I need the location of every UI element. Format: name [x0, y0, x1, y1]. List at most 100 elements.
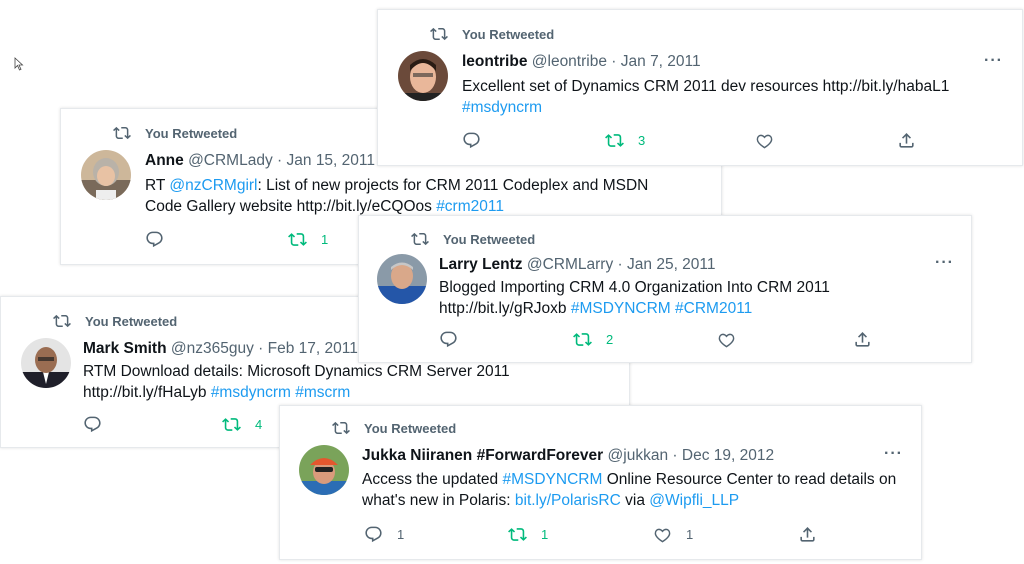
tweet-text: Blogged Importing CRM 4.0 Organization I… [439, 277, 859, 319]
user-handle[interactable]: @CRMLady [188, 152, 273, 169]
reply-button[interactable] [145, 230, 164, 249]
retweet-icon [53, 314, 71, 328]
tweet-text: Access the updated #MSDYNCRM Online Reso… [362, 469, 902, 511]
tweet-header: Anne @CRMLady · Jan 15, 2011 [145, 152, 375, 170]
tweet-header: leontribe @leontribe · Jan 7, 2011 [462, 53, 701, 71]
avatar[interactable] [299, 445, 349, 495]
separator: · [258, 340, 264, 357]
separator: · [617, 256, 623, 273]
tweet-text: RTM Download details: Microsoft Dynamics… [83, 361, 523, 403]
user-handle[interactable]: @jukkan [608, 447, 669, 464]
display-name[interactable]: leontribe [462, 53, 527, 70]
user-handle[interactable]: @CRMLarry [527, 256, 613, 273]
rt-prefix: RT [145, 177, 166, 194]
heart-icon [756, 134, 773, 149]
retweet-button[interactable]: 4 [222, 415, 262, 434]
share-icon [899, 133, 914, 148]
tweet-header: Mark Smith @nz365guy · Feb 17, 2011 [83, 340, 358, 358]
tweet-card-larry-lentz[interactable]: You Retweeted Larry Lentz @CRMLarry · Ja… [358, 215, 972, 363]
mouse-cursor-icon [14, 57, 24, 71]
share-button[interactable] [853, 330, 872, 349]
retweet-indicator: You Retweeted [53, 312, 177, 330]
reply-button[interactable] [462, 131, 481, 150]
retweet-button[interactable]: 3 [605, 131, 645, 150]
retweet-indicator: You Retweeted [430, 25, 554, 43]
tweet-date[interactable]: Jan 15, 2011 [287, 152, 375, 169]
avatar-larry-lentz-icon [377, 254, 427, 304]
tweet-date[interactable]: Feb 17, 2011 [268, 340, 358, 357]
tweet-card-leontribe[interactable]: You Retweeted leontribe @leontribe · Jan… [377, 9, 1023, 166]
retweet-icon [332, 421, 350, 435]
separator: · [277, 152, 283, 169]
retweet-icon [222, 418, 241, 431]
heart-icon [654, 528, 671, 543]
tweet-header: Larry Lentz @CRMLarry · Jan 25, 2011 [439, 256, 716, 274]
avatar-mark-smith-icon [21, 338, 71, 388]
tweet-text-part-a: Access the updated [362, 471, 499, 488]
more-options-button[interactable]: ··· [935, 254, 954, 272]
mention-link[interactable]: @Wipfli_LLP [649, 492, 739, 509]
like-button[interactable] [755, 131, 774, 150]
like-button[interactable]: 1 [653, 525, 693, 544]
retweet-icon [430, 27, 448, 41]
hashtag-link[interactable]: #crm2011 [436, 198, 504, 215]
reply-icon [365, 526, 382, 543]
tweet-date[interactable]: Jan 25, 2011 [627, 256, 715, 273]
retweet-count: 2 [606, 332, 614, 347]
hashtag-link[interactable]: #msdyncrm [462, 99, 542, 116]
reply-icon [146, 231, 163, 248]
retweet-button[interactable]: 2 [573, 330, 613, 349]
display-name[interactable]: Mark Smith [83, 340, 167, 357]
retweet-icon [288, 233, 307, 246]
user-handle[interactable]: @nz365guy [171, 340, 254, 357]
reply-icon [440, 331, 457, 348]
user-handle[interactable]: @leontribe [532, 53, 607, 70]
url-link[interactable]: bit.ly/PolarisRC [515, 492, 621, 509]
reply-count: 1 [397, 527, 405, 542]
retweet-button[interactable]: 1 [288, 230, 328, 249]
tweet-date[interactable]: Dec 19, 2012 [682, 447, 774, 464]
avatar-anne-icon [81, 150, 131, 200]
retweet-button[interactable]: 1 [508, 525, 548, 544]
retweet-indicator: You Retweeted [332, 419, 456, 437]
tweet-date[interactable]: Jan 7, 2011 [621, 53, 701, 70]
reply-button[interactable] [439, 330, 458, 349]
tweet-card-jukka-niiranen[interactable]: You Retweeted Jukka Niiranen #ForwardFor… [279, 405, 922, 560]
tweet-text: RT @nzCRMgirl: List of new projects for … [145, 175, 685, 217]
retweet-icon [605, 134, 624, 147]
tweet-text: Excellent set of Dynamics CRM 2011 dev r… [462, 76, 1002, 118]
retweet-label: You Retweeted [462, 26, 555, 42]
avatar[interactable] [377, 254, 427, 304]
hashtag-link[interactable]: #msdyncrm #mscrm [211, 384, 351, 401]
retweet-count: 1 [321, 232, 329, 247]
avatar-jukka-niiranen-icon [299, 445, 349, 495]
reply-button[interactable]: 1 [364, 525, 404, 544]
display-name[interactable]: Larry Lentz [439, 256, 523, 273]
display-name[interactable]: Anne [145, 152, 184, 169]
heart-icon [718, 333, 735, 348]
retweet-count: 4 [255, 417, 263, 432]
mention-link[interactable]: @nzCRMgirl [169, 177, 257, 194]
hashtag-link[interactable]: #MSDYNCRM #CRM2011 [571, 300, 752, 317]
avatar[interactable] [398, 51, 448, 101]
avatar[interactable] [81, 150, 131, 200]
avatar[interactable] [21, 338, 71, 388]
reply-icon [463, 132, 480, 149]
share-icon [800, 527, 815, 542]
separator: · [611, 53, 617, 70]
display-name[interactable]: Jukka Niiranen #ForwardForever [362, 447, 603, 464]
more-options-button[interactable]: ··· [984, 52, 1003, 70]
more-options-button[interactable]: ··· [884, 445, 903, 463]
reply-button[interactable] [83, 415, 102, 434]
like-button[interactable] [717, 330, 736, 349]
retweet-count: 3 [638, 133, 646, 148]
share-button[interactable] [798, 525, 817, 544]
share-button[interactable] [897, 131, 916, 150]
retweet-label: You Retweeted [443, 231, 536, 247]
retweet-indicator: You Retweeted [411, 230, 535, 248]
retweet-icon [113, 126, 131, 140]
retweet-label: You Retweeted [85, 313, 178, 329]
retweet-label: You Retweeted [364, 420, 457, 436]
hashtag-link[interactable]: #MSDYNCRM [502, 471, 602, 488]
separator: · [672, 447, 678, 464]
